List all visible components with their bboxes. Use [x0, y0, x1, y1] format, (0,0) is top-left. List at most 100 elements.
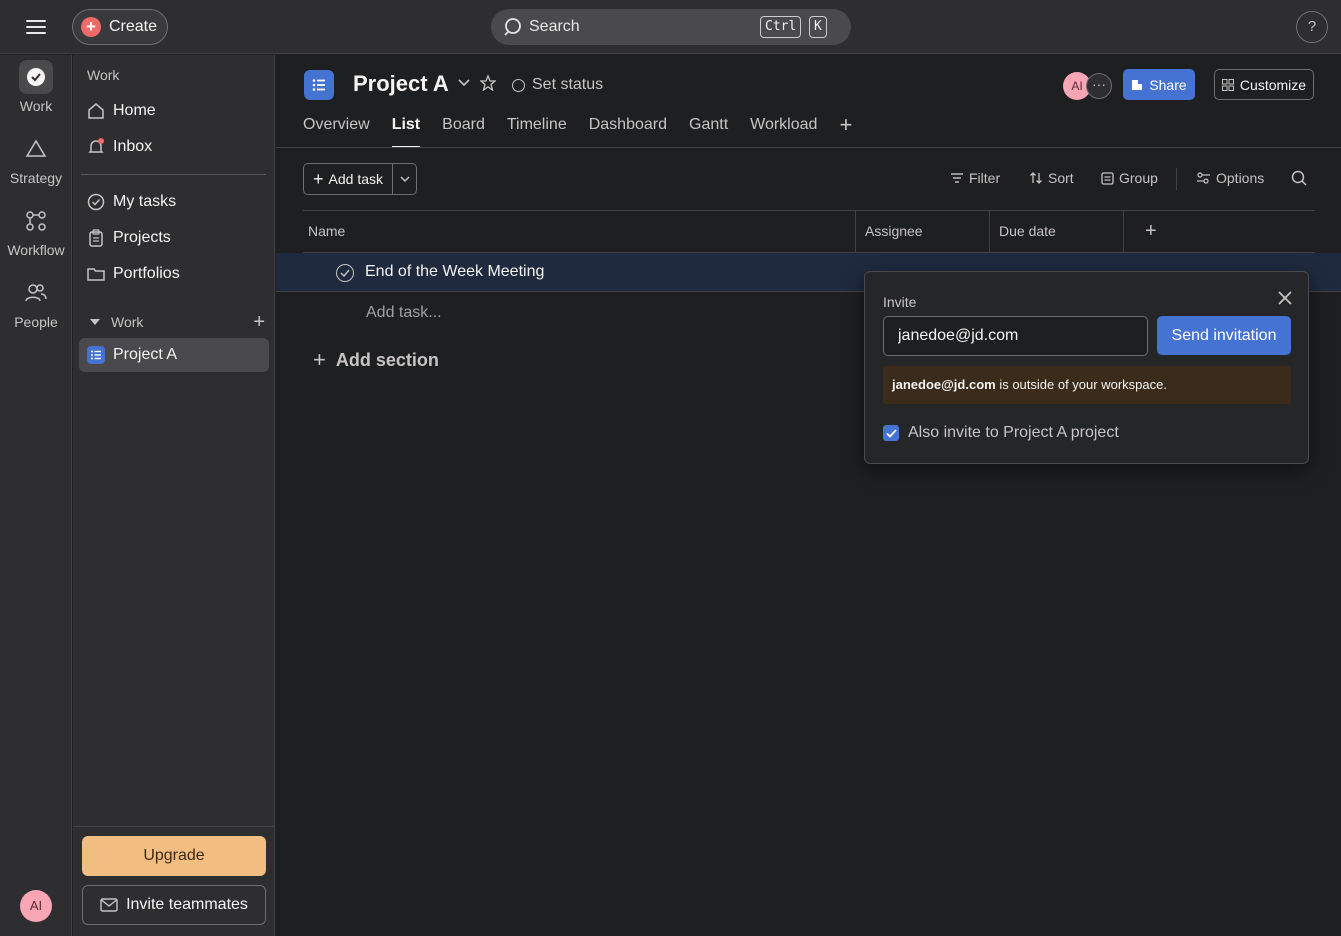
- shortcut-key-k: K: [809, 16, 827, 38]
- add-project-icon[interactable]: +: [253, 311, 265, 334]
- bell-icon: [87, 138, 105, 156]
- upgrade-button[interactable]: Upgrade: [82, 836, 266, 876]
- sidebar-item-label: Home: [113, 102, 156, 119]
- rail-label: Workflow: [7, 242, 65, 258]
- chevron-down-icon[interactable]: [458, 78, 470, 88]
- rail-item-strategy[interactable]: Strategy: [0, 132, 72, 186]
- tab-board[interactable]: Board: [442, 116, 485, 148]
- check-circle-icon: [19, 60, 53, 94]
- more-members-icon[interactable]: ···: [1086, 73, 1112, 99]
- sidebar-divider: [81, 174, 266, 175]
- task-name[interactable]: End of the Week Meeting: [365, 263, 544, 281]
- mail-icon: [100, 898, 118, 912]
- popover-title: Invite: [883, 294, 917, 310]
- add-task-button[interactable]: + Add task: [304, 164, 393, 194]
- options-button[interactable]: Options: [1196, 170, 1264, 186]
- sidebar-item-project-a[interactable]: Project A: [79, 338, 269, 372]
- set-status-button[interactable]: Set status: [512, 76, 603, 94]
- star-icon[interactable]: [480, 75, 496, 91]
- folder-icon: [87, 265, 105, 283]
- task-complete-checkbox[interactable]: [336, 264, 354, 282]
- filter-label: Filter: [969, 170, 1001, 186]
- status-ring-icon: [512, 78, 525, 92]
- add-section-button[interactable]: + Add section: [313, 347, 439, 373]
- create-label: Create: [109, 18, 158, 35]
- sort-label: Sort: [1048, 170, 1074, 186]
- list-project-icon: [87, 346, 105, 364]
- group-button[interactable]: Group: [1101, 170, 1158, 186]
- sidebar-item-inbox[interactable]: Inbox: [79, 130, 269, 164]
- main-content: Project A Set status AI ··· Share Custom…: [276, 55, 1341, 936]
- rail-item-people[interactable]: People: [0, 276, 72, 330]
- grid-icon: [1221, 78, 1234, 91]
- column-header-assignee[interactable]: Assignee: [860, 211, 990, 252]
- project-title[interactable]: Project A: [353, 71, 449, 97]
- tab-dashboard[interactable]: Dashboard: [589, 116, 667, 148]
- tab-list[interactable]: List: [391, 116, 421, 148]
- sidebar-item-label: My tasks: [113, 193, 177, 210]
- share-button[interactable]: Share: [1123, 69, 1195, 100]
- people-icon: [19, 276, 53, 310]
- add-task-inline[interactable]: Add task...: [366, 304, 442, 322]
- tab-overview[interactable]: Overview: [303, 116, 370, 148]
- project-tabs: Overview List Board Timeline Dashboard G…: [303, 114, 852, 148]
- sidebar-item-label: Portfolios: [113, 265, 180, 282]
- sidebar-bottom-divider: [73, 826, 275, 827]
- left-rail: Work Strategy Workflow People AI: [0, 55, 72, 936]
- rail-label: Work: [19, 98, 53, 114]
- tab-workload[interactable]: Workload: [750, 116, 817, 148]
- add-tab-icon[interactable]: +: [839, 114, 852, 148]
- invite-email-input[interactable]: [883, 316, 1148, 356]
- sort-button[interactable]: Sort: [1029, 170, 1074, 186]
- tab-timeline[interactable]: Timeline: [507, 116, 567, 148]
- warning-email: janedoe@jd.com: [892, 377, 996, 392]
- tabs-divider: [276, 147, 1341, 148]
- plus-icon: +: [313, 347, 326, 372]
- column-header-due-date[interactable]: Due date: [994, 211, 1124, 252]
- chevron-down-icon: [399, 176, 410, 183]
- create-button[interactable]: + Create: [72, 9, 168, 45]
- outside-workspace-warning: janedoe@jd.com is outside of your worksp…: [883, 366, 1291, 404]
- list-project-icon: [304, 70, 334, 100]
- set-status-label: Set status: [532, 76, 604, 93]
- search-input[interactable]: Search Ctrl K: [491, 9, 851, 45]
- column-header-name[interactable]: Name: [303, 211, 855, 252]
- clipboard-icon: [87, 229, 105, 247]
- add-column-icon[interactable]: +: [1140, 211, 1157, 252]
- customize-button[interactable]: Customize: [1214, 69, 1314, 100]
- building-icon: [1132, 79, 1143, 90]
- workflow-icon: [19, 204, 53, 238]
- triangle-icon: [19, 132, 53, 166]
- sidebar-team-label: Work: [111, 314, 144, 330]
- help-button[interactable]: ?: [1296, 11, 1328, 43]
- search-tasks-button[interactable]: [1291, 170, 1307, 186]
- also-invite-checkbox[interactable]: [883, 425, 899, 441]
- rail-label: People: [14, 314, 58, 330]
- sidebar-item-my-tasks[interactable]: My tasks: [79, 185, 269, 219]
- hamburger-menu-icon[interactable]: [24, 16, 48, 38]
- sidebar-item-label: Projects: [113, 229, 171, 246]
- close-icon[interactable]: [1275, 288, 1295, 308]
- home-icon: [87, 102, 105, 120]
- tab-gantt[interactable]: Gantt: [689, 116, 728, 148]
- sidebar-team-section[interactable]: Work +: [89, 311, 265, 333]
- user-avatar[interactable]: AI: [20, 890, 52, 922]
- filter-button[interactable]: Filter: [950, 170, 1000, 186]
- add-task-group: + Add task: [303, 163, 417, 195]
- toolbar-divider: [1176, 168, 1177, 190]
- top-bar: + Create Search Ctrl K ?: [0, 0, 1341, 54]
- sidebar-item-projects[interactable]: Projects: [79, 221, 269, 255]
- invite-popover: Invite Send invitation janedoe@jd.com is…: [864, 271, 1309, 464]
- check-icon: [340, 269, 350, 277]
- rail-item-workflow[interactable]: Workflow: [0, 204, 72, 258]
- sidebar-item-home[interactable]: Home: [79, 94, 269, 128]
- add-section-label: Add section: [335, 349, 439, 370]
- invite-teammates-button[interactable]: Invite teammates: [82, 885, 266, 925]
- send-invitation-button[interactable]: Send invitation: [1157, 316, 1291, 355]
- add-task-dropdown[interactable]: [393, 164, 416, 194]
- rail-item-work[interactable]: Work: [0, 60, 72, 114]
- group-label: Group: [1119, 170, 1158, 186]
- rail-label: Strategy: [9, 170, 63, 186]
- search-placeholder: Search: [529, 18, 580, 35]
- sidebar-item-portfolios[interactable]: Portfolios: [79, 257, 269, 291]
